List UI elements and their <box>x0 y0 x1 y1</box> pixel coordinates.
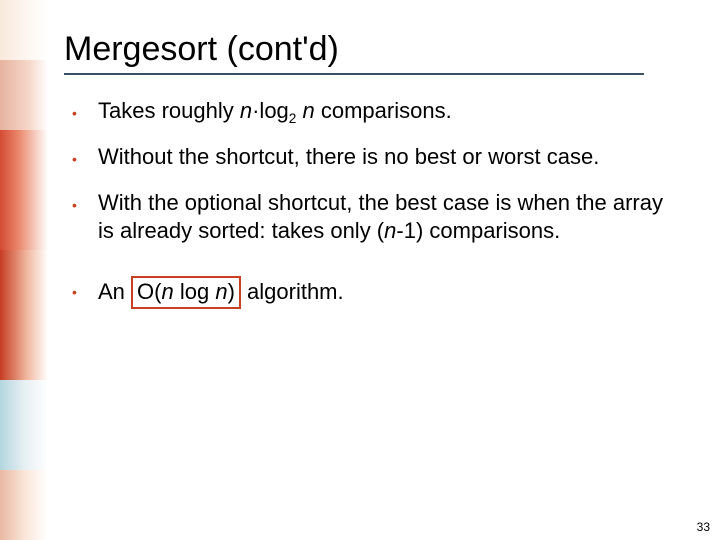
bullet-text: ·log <box>252 98 289 123</box>
decorative-sidebar <box>0 0 48 540</box>
big-o-text: O( <box>137 279 161 304</box>
bullet-text: Takes roughly <box>98 98 240 123</box>
big-o-text: ) <box>228 279 235 304</box>
bullet-text: comparisons. <box>315 98 452 123</box>
variable-n: n <box>240 98 252 123</box>
variable-n: n <box>384 218 396 243</box>
bullet-text: An <box>98 279 131 304</box>
bullet-text: -1) comparisons. <box>396 218 560 243</box>
sidebar-band <box>0 250 48 380</box>
bullet-item: An O(n log n) algorithm. <box>64 276 680 309</box>
bullet-text: Without the shortcut, there is no best o… <box>98 144 599 169</box>
variable-n: n <box>215 279 227 304</box>
bullet-text: With the optional shortcut, the best cas… <box>98 190 663 243</box>
bullet-item: With the optional shortcut, the best cas… <box>64 189 680 245</box>
title-underline <box>64 73 644 75</box>
sidebar-band <box>0 60 48 130</box>
variable-n: n <box>303 98 315 123</box>
page-number: 33 <box>697 520 710 534</box>
bullet-item: Takes roughly n·log2 n comparisons. <box>64 97 680 125</box>
sidebar-band <box>0 380 48 470</box>
sidebar-band <box>0 0 48 60</box>
slide-content: Mergesort (cont'd) Takes roughly n·log2 … <box>64 30 680 327</box>
highlight-box: O(n log n) <box>131 276 241 309</box>
bullet-item: Without the shortcut, there is no best o… <box>64 143 680 171</box>
sidebar-band <box>0 130 48 250</box>
bullet-list: Takes roughly n·log2 n comparisons. With… <box>64 97 680 309</box>
bullet-text: algorithm. <box>241 279 344 304</box>
sidebar-band <box>0 470 48 540</box>
slide-title: Mergesort (cont'd) <box>64 30 680 69</box>
variable-n: n <box>161 279 173 304</box>
big-o-text: log <box>174 279 216 304</box>
